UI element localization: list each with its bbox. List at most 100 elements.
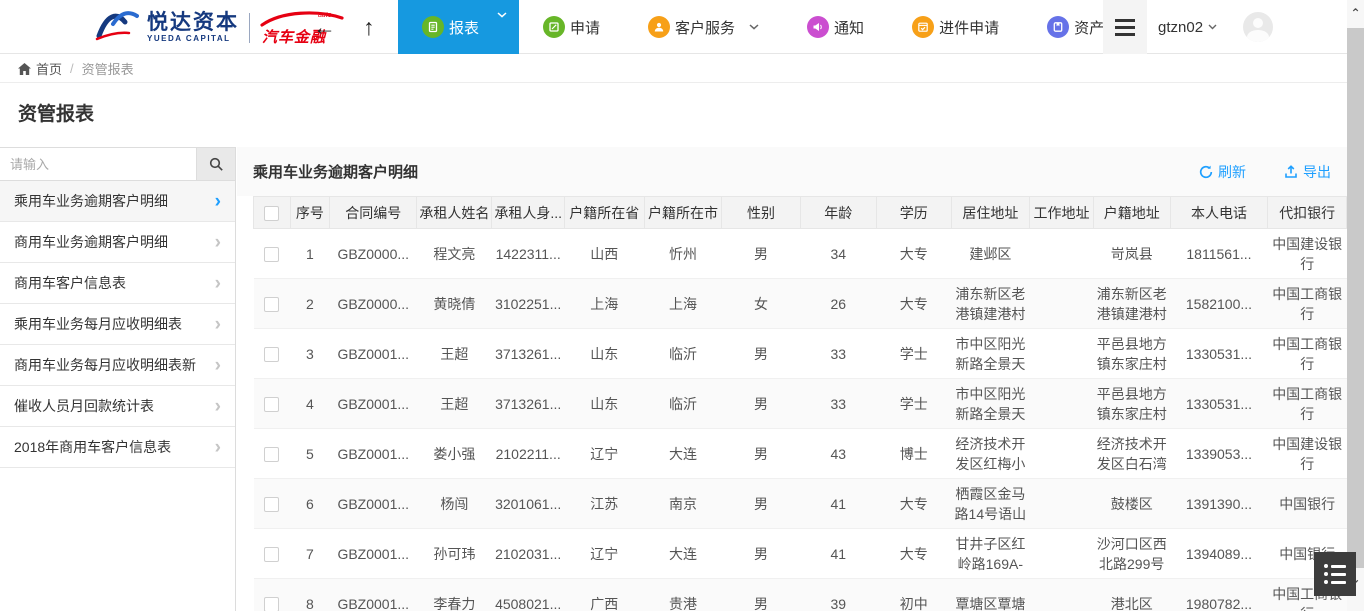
breadcrumb-separator: / xyxy=(70,61,74,76)
cell-province: 江苏 xyxy=(565,479,645,529)
top-navbar: 悦达资本 YUEDA CAPITAL auto 汽车金融 ← ↑ 报表申请客户服… xyxy=(0,0,1364,54)
sidebar-item-商用车业务逾期客户明细[interactable]: 商用车业务逾期客户明细› xyxy=(0,222,235,263)
cell-no: 4 xyxy=(290,379,329,429)
report-menu-list: 乘用车业务逾期客户明细›商用车业务逾期客户明细›商用车客户信息表›乘用车业务每月… xyxy=(0,181,235,468)
nav-tab-报表[interactable]: 报表 xyxy=(398,0,519,54)
col-header-work-address[interactable]: 工作地址 xyxy=(1030,197,1094,229)
cell-contract-no: GBZ0001... xyxy=(330,329,417,379)
chevron-down-icon xyxy=(1208,24,1217,30)
sidebar-item-label: 乘用车业务每月应收明细表 xyxy=(14,314,182,334)
cell-no: 5 xyxy=(290,429,329,479)
row-checkbox[interactable] xyxy=(264,597,279,611)
cell-province: 上海 xyxy=(565,279,645,329)
nav-tab-label: 进件申请 xyxy=(939,17,999,38)
home-icon xyxy=(18,63,31,75)
sidebar-item-催收人员月回款统计表[interactable]: 催收人员月回款统计表› xyxy=(0,386,235,427)
cell-province: 辽宁 xyxy=(565,529,645,579)
sidebar-item-乘用车业务每月应收明细表[interactable]: 乘用车业务每月应收明细表› xyxy=(0,304,235,345)
cell-city: 忻州 xyxy=(644,229,722,279)
col-header-province[interactable]: 户籍所在省 xyxy=(565,197,645,229)
row-checkbox[interactable] xyxy=(264,347,279,362)
col-header-living-address[interactable]: 居住地址 xyxy=(951,197,1030,229)
scrollbar-thumb[interactable] xyxy=(1347,28,1364,568)
cell-gender: 男 xyxy=(722,429,800,479)
col-header-registered-address[interactable]: 户籍地址 xyxy=(1093,197,1170,229)
avatar[interactable] xyxy=(1243,12,1273,42)
cell-education: 大专 xyxy=(876,529,951,579)
col-header-gender[interactable]: 性别 xyxy=(722,197,800,229)
col-header-age[interactable]: 年龄 xyxy=(800,197,876,229)
row-checkbox[interactable] xyxy=(264,447,279,462)
col-header-lessee-id[interactable]: 承租人身... xyxy=(492,197,565,229)
breadcrumb-home[interactable]: 首页 xyxy=(36,59,62,78)
up-arrow-icon[interactable]: ↑ xyxy=(363,13,375,41)
hamburger-menu-button[interactable] xyxy=(1103,0,1147,54)
cell-contract-no: GBZ0001... xyxy=(330,379,417,429)
cell-withhold-bank: 中国建设银行 xyxy=(1268,429,1347,479)
col-header-education[interactable]: 学历 xyxy=(876,197,951,229)
sidebar-item-label: 商用车业务逾期客户明细 xyxy=(14,232,168,252)
cell-phone: 1811561... xyxy=(1170,229,1268,279)
sidebar-item-label: 2018年商用车客户信息表 xyxy=(14,437,171,457)
refresh-button[interactable]: 刷新 xyxy=(1199,162,1246,182)
cell-education: 初中 xyxy=(876,579,951,611)
nav-tab-进件申请[interactable]: 进件申请 xyxy=(888,0,1023,54)
cell-withhold-bank: 中国工商银行 xyxy=(1268,379,1347,429)
vertical-scrollbar[interactable]: ⌃ ⌄ xyxy=(1347,0,1364,611)
cell-lessee-name: 王超 xyxy=(417,379,492,429)
sidebar-item-乘用车业务逾期客户明细[interactable]: 乘用车业务逾期客户明细› xyxy=(0,181,235,222)
sidebar-item-商用车客户信息表[interactable]: 商用车客户信息表› xyxy=(0,263,235,304)
cell-registered-address: 沙河口区西北路299号 xyxy=(1093,529,1170,579)
logo-swoosh-icon xyxy=(95,8,139,47)
column-list-toggle-button[interactable] xyxy=(1314,552,1356,596)
sidebar-item-商用车业务每月应收明细表新[interactable]: 商用车业务每月应收明细表新› xyxy=(0,345,235,386)
cell-lessee-id: 1422311... xyxy=(492,229,565,279)
sidebar-item-2018年商用车客户信息表[interactable]: 2018年商用车客户信息表› xyxy=(0,427,235,468)
search-input[interactable] xyxy=(0,148,196,180)
list-icon xyxy=(1324,564,1346,568)
cell-no: 1 xyxy=(290,229,329,279)
col-header-phone[interactable]: 本人电话 xyxy=(1170,197,1268,229)
col-header-withhold-bank[interactable]: 代扣银行 xyxy=(1268,197,1347,229)
row-checkbox[interactable] xyxy=(264,547,279,562)
row-checkbox[interactable] xyxy=(264,247,279,262)
cell-lessee-name: 程文亮 xyxy=(417,229,492,279)
table-header-row: 序号合同编号承租人姓名承租人身...户籍所在省户籍所在市性别年龄学历居住地址工作… xyxy=(254,197,1347,229)
page-title: 资管报表 xyxy=(18,99,94,126)
cell-phone: 1330531... xyxy=(1170,379,1268,429)
cell-phone: 1391390... xyxy=(1170,479,1268,529)
cell-work-address xyxy=(1030,429,1094,479)
row-checkbox[interactable] xyxy=(264,397,279,412)
sidebar-search xyxy=(0,147,235,181)
cell-education: 学士 xyxy=(876,379,951,429)
col-header-no[interactable]: 序号 xyxy=(290,197,329,229)
sidebar-item-label: 商用车业务每月应收明细表新 xyxy=(14,355,196,375)
nav-tab-申请[interactable]: 申请 xyxy=(519,0,624,54)
notice-icon xyxy=(807,16,829,38)
cell-gender: 男 xyxy=(722,229,800,279)
select-all-checkbox[interactable] xyxy=(264,206,279,221)
col-header-contract-no[interactable]: 合同编号 xyxy=(330,197,417,229)
search-button[interactable] xyxy=(196,148,235,180)
back-arrow-icon[interactable]: ← xyxy=(313,13,336,41)
export-button[interactable]: 导出 xyxy=(1284,162,1331,182)
customer-service-icon xyxy=(648,16,670,38)
cell-no: 2 xyxy=(290,279,329,329)
cell-contract-no: GBZ0000... xyxy=(330,279,417,329)
table-body: 1GBZ0000...程文亮1422311...山西忻州男34大专建邺区岢岚县1… xyxy=(254,229,1347,611)
chevron-right-icon: › xyxy=(215,192,221,211)
nav-tab-label: 报表 xyxy=(449,17,479,38)
cell-lessee-id: 4508021... xyxy=(492,579,565,611)
cell-registered-address: 岢岚县 xyxy=(1093,229,1170,279)
row-checkbox[interactable] xyxy=(264,297,279,312)
col-header-city[interactable]: 户籍所在市 xyxy=(644,197,722,229)
scroll-up-icon[interactable]: ⌃ xyxy=(1349,6,1362,20)
row-checkbox[interactable] xyxy=(264,497,279,512)
user-menu[interactable]: gtzn02 xyxy=(1158,0,1273,54)
nav-tab-通知[interactable]: 通知 xyxy=(783,0,888,54)
nav-tab-客户服务[interactable]: 客户服务 xyxy=(624,0,783,54)
col-header-lessee-name[interactable]: 承租人姓名 xyxy=(417,197,492,229)
cell-work-address xyxy=(1030,279,1094,329)
row-checkbox-cell xyxy=(254,379,291,429)
cell-registered-address: 港北区 xyxy=(1093,579,1170,611)
